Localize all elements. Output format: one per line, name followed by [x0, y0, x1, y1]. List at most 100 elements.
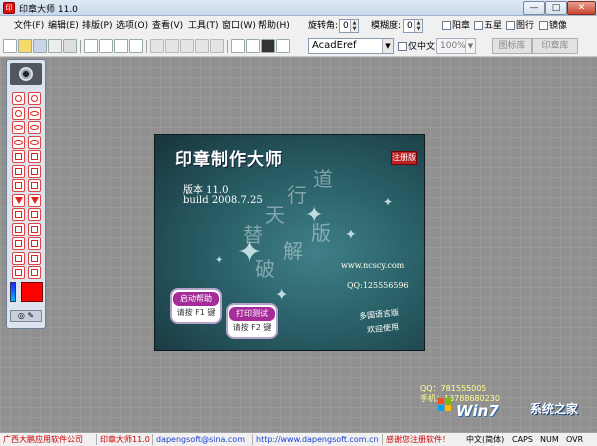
- open-folder-icon[interactable]: [18, 39, 32, 53]
- align-right-icon[interactable]: [180, 39, 194, 53]
- oval-stamp-icon[interactable]: [12, 121, 25, 134]
- image-icon[interactable]: [276, 39, 290, 53]
- print-icon[interactable]: [63, 39, 77, 53]
- tab-icon-library[interactable]: 图标库: [492, 38, 532, 54]
- title-bar: 印 印章大师 11.0 — □ ✕: [0, 0, 597, 16]
- square-stamp-icon[interactable]: [28, 179, 41, 192]
- menu-help[interactable]: 帮助(H): [258, 19, 290, 33]
- font-select[interactable]: AcadEref ▼: [308, 38, 394, 54]
- align-center-icon[interactable]: [165, 39, 179, 53]
- rect-stamp-icon[interactable]: [12, 222, 25, 236]
- rect-stamp-icon[interactable]: [28, 208, 41, 221]
- grid-stamp-icon[interactable]: [28, 251, 41, 265]
- five-star-label: 五星: [484, 21, 503, 31]
- align-left-icon[interactable]: [150, 39, 164, 53]
- triangle-stamp-icon[interactable]: [12, 193, 25, 207]
- calligraphy-char: 道: [313, 167, 333, 191]
- shape-glyph: [30, 110, 39, 116]
- mirror-checkbox[interactable]: [539, 21, 548, 30]
- oval-stamp-icon[interactable]: [28, 106, 41, 120]
- shape-glyph: [15, 182, 22, 189]
- rect-stamp-icon[interactable]: [12, 150, 25, 163]
- copy-icon[interactable]: [99, 39, 113, 53]
- color-gradient-bar[interactable]: [10, 282, 16, 302]
- open-image-icon[interactable]: [231, 39, 245, 53]
- rotation-spinner[interactable]: 0 ▲ ▼: [339, 19, 359, 33]
- menu-options[interactable]: 选项(O): [116, 19, 148, 33]
- align-bottom-icon[interactable]: [210, 39, 224, 53]
- grid-stamp-icon[interactable]: [12, 237, 25, 250]
- splash-url: www.ncscy.com: [341, 261, 405, 270]
- splash-motto: 多国语言版: [358, 307, 400, 322]
- zoom-select[interactable]: 100% ▼: [436, 38, 476, 54]
- chevron-down-icon[interactable]: ▼: [382, 39, 393, 53]
- yang-checkbox[interactable]: [442, 21, 451, 30]
- maximize-button[interactable]: □: [545, 1, 567, 15]
- square-stamp-icon[interactable]: [28, 164, 41, 178]
- rect-stamp-icon[interactable]: [28, 150, 41, 163]
- blur-spinner[interactable]: 0 ▲ ▼: [403, 19, 423, 33]
- menu-layout[interactable]: 排版(P): [82, 19, 112, 33]
- toolbar-divider: [146, 40, 147, 53]
- spinner-arrows-icon[interactable]: ▲ ▼: [414, 20, 422, 32]
- only-chinese-checkbox[interactable]: [398, 42, 407, 51]
- oval-stamp-icon[interactable]: [12, 135, 25, 149]
- calligraphy-char: 版: [311, 221, 331, 245]
- watermark-logo: Win7: [456, 402, 499, 420]
- minimize-button[interactable]: —: [523, 1, 545, 15]
- color-swatch[interactable]: [21, 282, 43, 302]
- tuoxing-checkbox[interactable]: [506, 21, 515, 30]
- print-test-button[interactable]: 打印测试 请按 F2 键: [226, 303, 278, 339]
- status-url-link[interactable]: http://www.dapengsoft.com.cn: [256, 433, 379, 446]
- window-title: 印章大师 11.0: [19, 5, 78, 15]
- ring-stamp-icon[interactable]: [12, 106, 25, 120]
- shape-glyph: [15, 269, 22, 276]
- watermark-brand: 系统之家: [530, 402, 579, 416]
- new-file-icon[interactable]: [3, 39, 17, 53]
- align-top-icon[interactable]: [195, 39, 209, 53]
- status-divider: [382, 434, 383, 445]
- app-seal-icon[interactable]: 印: [3, 2, 15, 14]
- cut-icon[interactable]: [84, 39, 98, 53]
- calligraphy-char: 天: [265, 203, 285, 227]
- square-stamp-icon[interactable]: [12, 164, 25, 178]
- menu-edit[interactable]: 编辑(E): [48, 19, 79, 33]
- rect-stamp-icon[interactable]: [28, 222, 41, 236]
- status-email-link[interactable]: dapengsoft@sina.com: [156, 433, 245, 446]
- menu-file[interactable]: 文件(F): [14, 19, 44, 33]
- menu-view[interactable]: 查看(V): [152, 19, 183, 33]
- grid-stamp-icon[interactable]: [12, 266, 25, 279]
- spinner-arrows-icon[interactable]: ▲ ▼: [350, 20, 358, 32]
- splash-screen[interactable]: ✦ ✦ ✦ ✦ ✦ ✦ 替 天 行 道 破 解 版 印章制作大师 注册版 版本 …: [155, 135, 424, 350]
- eye-icon[interactable]: [19, 67, 33, 81]
- circle-stamp-icon[interactable]: [12, 92, 25, 105]
- print-preview-icon[interactable]: [48, 39, 62, 53]
- rect-stamp-icon[interactable]: [12, 208, 25, 221]
- close-button[interactable]: ✕: [567, 1, 596, 15]
- menu-tools[interactable]: 工具(T): [188, 19, 219, 33]
- tab-stamp-library[interactable]: 印章库: [532, 38, 578, 54]
- properties-icon[interactable]: [261, 39, 275, 53]
- menu-window[interactable]: 窗口(W): [222, 19, 256, 33]
- help-button[interactable]: 启动帮助 请按 F1 键: [170, 288, 222, 324]
- delete-icon[interactable]: [129, 39, 143, 53]
- grid-stamp-icon[interactable]: [12, 251, 25, 265]
- toolbar: [0, 36, 300, 57]
- five-star-checkbox[interactable]: [474, 21, 483, 30]
- export-icon[interactable]: [246, 39, 260, 53]
- oval-stamp-icon[interactable]: [28, 121, 41, 134]
- circle-stamp-icon[interactable]: [28, 92, 41, 105]
- grid-stamp-icon[interactable]: [28, 237, 41, 250]
- font-value: AcadEref: [312, 40, 357, 51]
- calligraphy-char: 破: [255, 257, 275, 281]
- oval-stamp-icon[interactable]: [28, 135, 41, 149]
- blur-value: 0: [407, 21, 413, 31]
- paste-icon[interactable]: [114, 39, 128, 53]
- square-stamp-icon[interactable]: [12, 179, 25, 192]
- grid-stamp-icon[interactable]: [28, 266, 41, 279]
- chevron-down-icon[interactable]: ▼: [465, 39, 475, 53]
- stamp-tools-icon[interactable]: ◎ ✎: [10, 310, 42, 322]
- triangle-stamp-icon[interactable]: [28, 193, 41, 207]
- stamp-properties-panel: 旋转角: 0 ▲ ▼ 模糊度: 0 ▲ ▼ 阳章 五星 图行 镜像 AcadEref…: [300, 16, 597, 57]
- save-icon[interactable]: [33, 39, 47, 53]
